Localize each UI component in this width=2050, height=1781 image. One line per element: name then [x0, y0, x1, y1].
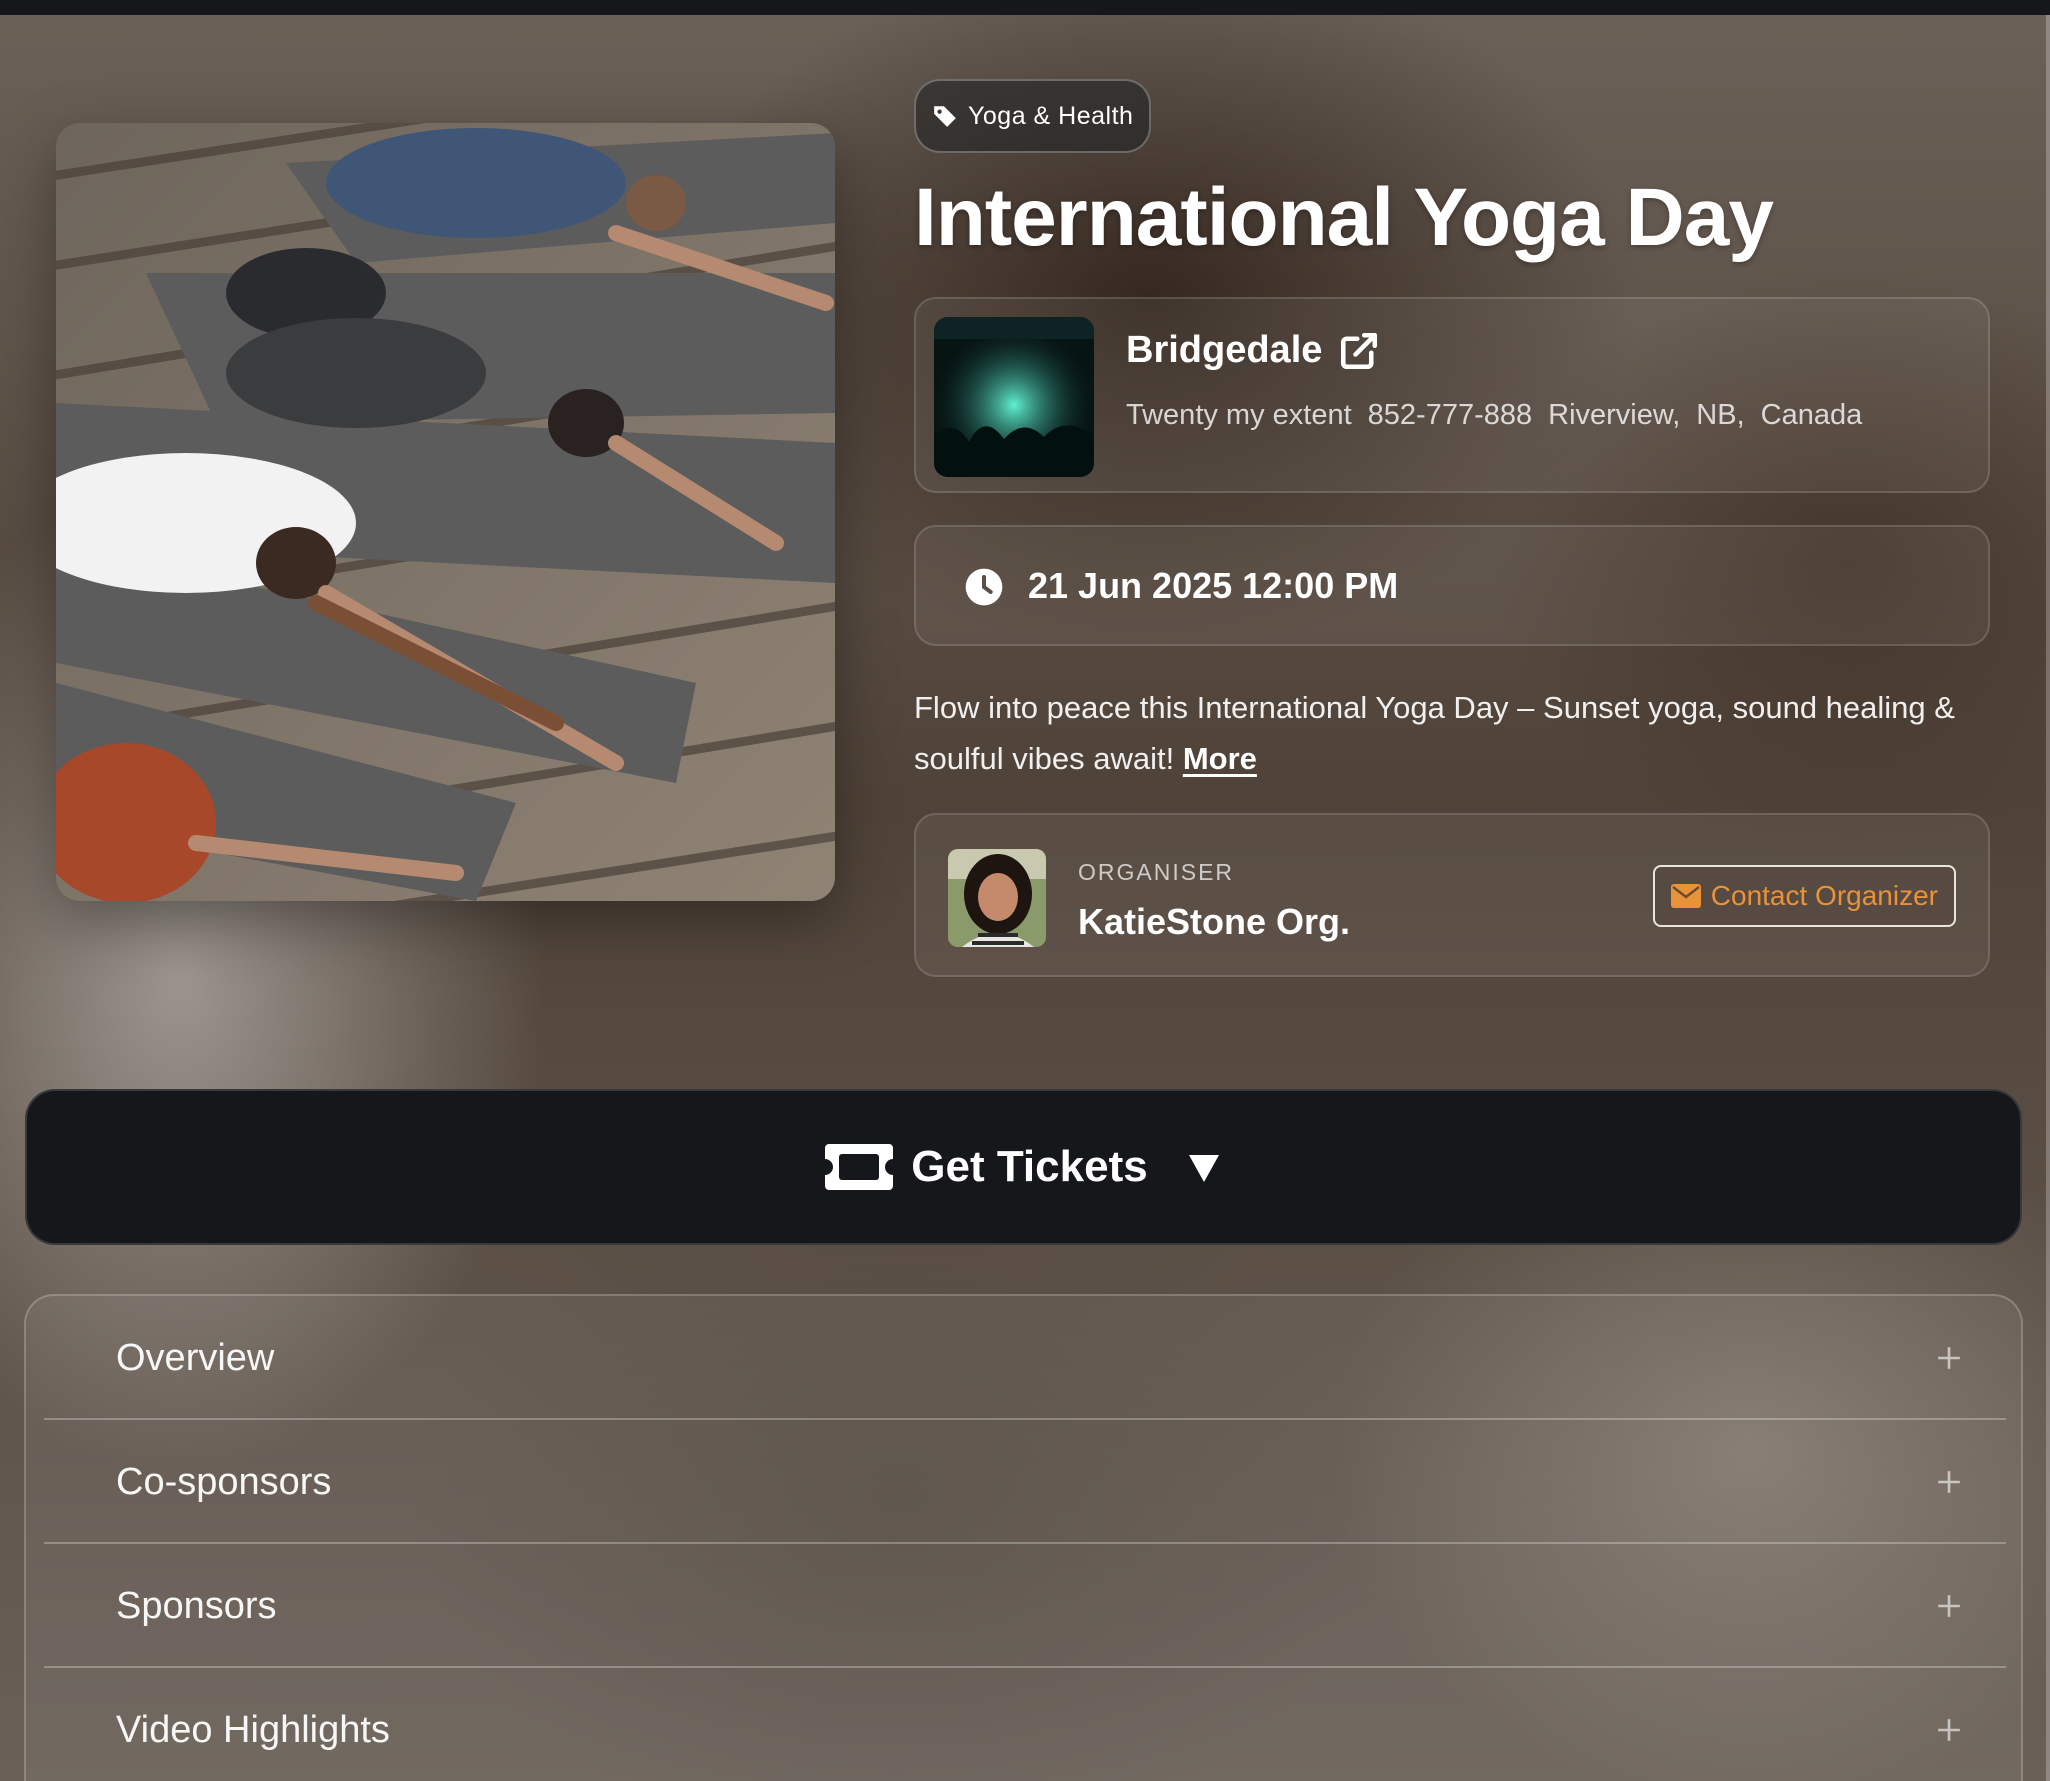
- organiser-label: ORGANISER: [1078, 859, 1235, 885]
- mail-icon: [1670, 884, 1701, 908]
- event-title: International Yoga Day: [914, 172, 1774, 263]
- organiser-card: ORGANISER KatieStone Org. Contact Organi…: [914, 813, 1990, 977]
- plus-icon: [1938, 1595, 1960, 1617]
- accordion-item-video-highlights[interactable]: Video Highlights: [44, 1668, 2006, 1781]
- external-link-icon: [1341, 332, 1378, 369]
- top-bar: [0, 0, 2050, 15]
- event-description-text: Flow into peace this International Yoga …: [914, 690, 1955, 776]
- accordion-label: Video Highlights: [116, 1708, 390, 1751]
- accordion-item-co-sponsors[interactable]: Co-sponsors: [44, 1420, 2006, 1544]
- plus-icon: [1938, 1471, 1960, 1493]
- accordion-label: Overview: [116, 1336, 275, 1379]
- accordion-item-sponsors[interactable]: Sponsors: [44, 1544, 2006, 1668]
- details-accordion: Overview Co-sponsors Sponsors Video High…: [24, 1294, 2023, 1781]
- venue-thumbnail: [934, 317, 1094, 477]
- venue-province: NB,: [1696, 399, 1745, 431]
- event-hero-image: [56, 123, 835, 901]
- contact-organizer-button[interactable]: Contact Organizer: [1652, 865, 1956, 927]
- organiser-avatar: [948, 849, 1046, 947]
- accordion-item-overview[interactable]: Overview: [44, 1296, 2006, 1420]
- accordion-label: Co-sponsors: [116, 1460, 332, 1503]
- organiser-name: KatieStone Org.: [1078, 901, 1351, 942]
- get-tickets-button[interactable]: Get Tickets: [25, 1089, 2022, 1245]
- venue-country: Canada: [1760, 399, 1863, 431]
- plus-icon: [1938, 1347, 1960, 1369]
- more-link[interactable]: More: [1183, 741, 1257, 776]
- get-tickets-label: Get Tickets: [911, 1142, 1148, 1191]
- category-pill[interactable]: Yoga & Health: [914, 79, 1152, 153]
- scrollbar[interactable]: [2046, 15, 2050, 1781]
- plus-icon: [1938, 1719, 1960, 1741]
- venue-street: Twenty my extent: [1126, 399, 1352, 431]
- venue-name-link[interactable]: Bridgedale: [1126, 329, 1380, 372]
- venue-name: Bridgedale: [1126, 329, 1323, 371]
- venue-card: Bridgedale Twenty my extent 852-777-888 …: [914, 297, 1990, 493]
- venue-address: Twenty my extent 852-777-888 Riverview, …: [1126, 399, 1862, 432]
- event-datetime: 21 Jun 2025 12:00 PM: [1028, 565, 1399, 606]
- venue-phone: 852-777-888: [1367, 399, 1533, 431]
- tag-icon: [934, 106, 956, 127]
- ticket-icon: [825, 1144, 894, 1190]
- category-label: Yoga & Health: [968, 101, 1134, 130]
- accordion-label: Sponsors: [116, 1584, 277, 1627]
- event-description: Flow into peace this International Yoga …: [914, 682, 1994, 784]
- date-card: 21 Jun 2025 12:00 PM: [914, 525, 1990, 646]
- caret-down-icon: [1188, 1155, 1219, 1182]
- venue-city: Riverview,: [1548, 399, 1681, 431]
- clock-icon: [965, 568, 1003, 606]
- contact-organizer-label: Contact Organizer: [1710, 880, 1938, 911]
